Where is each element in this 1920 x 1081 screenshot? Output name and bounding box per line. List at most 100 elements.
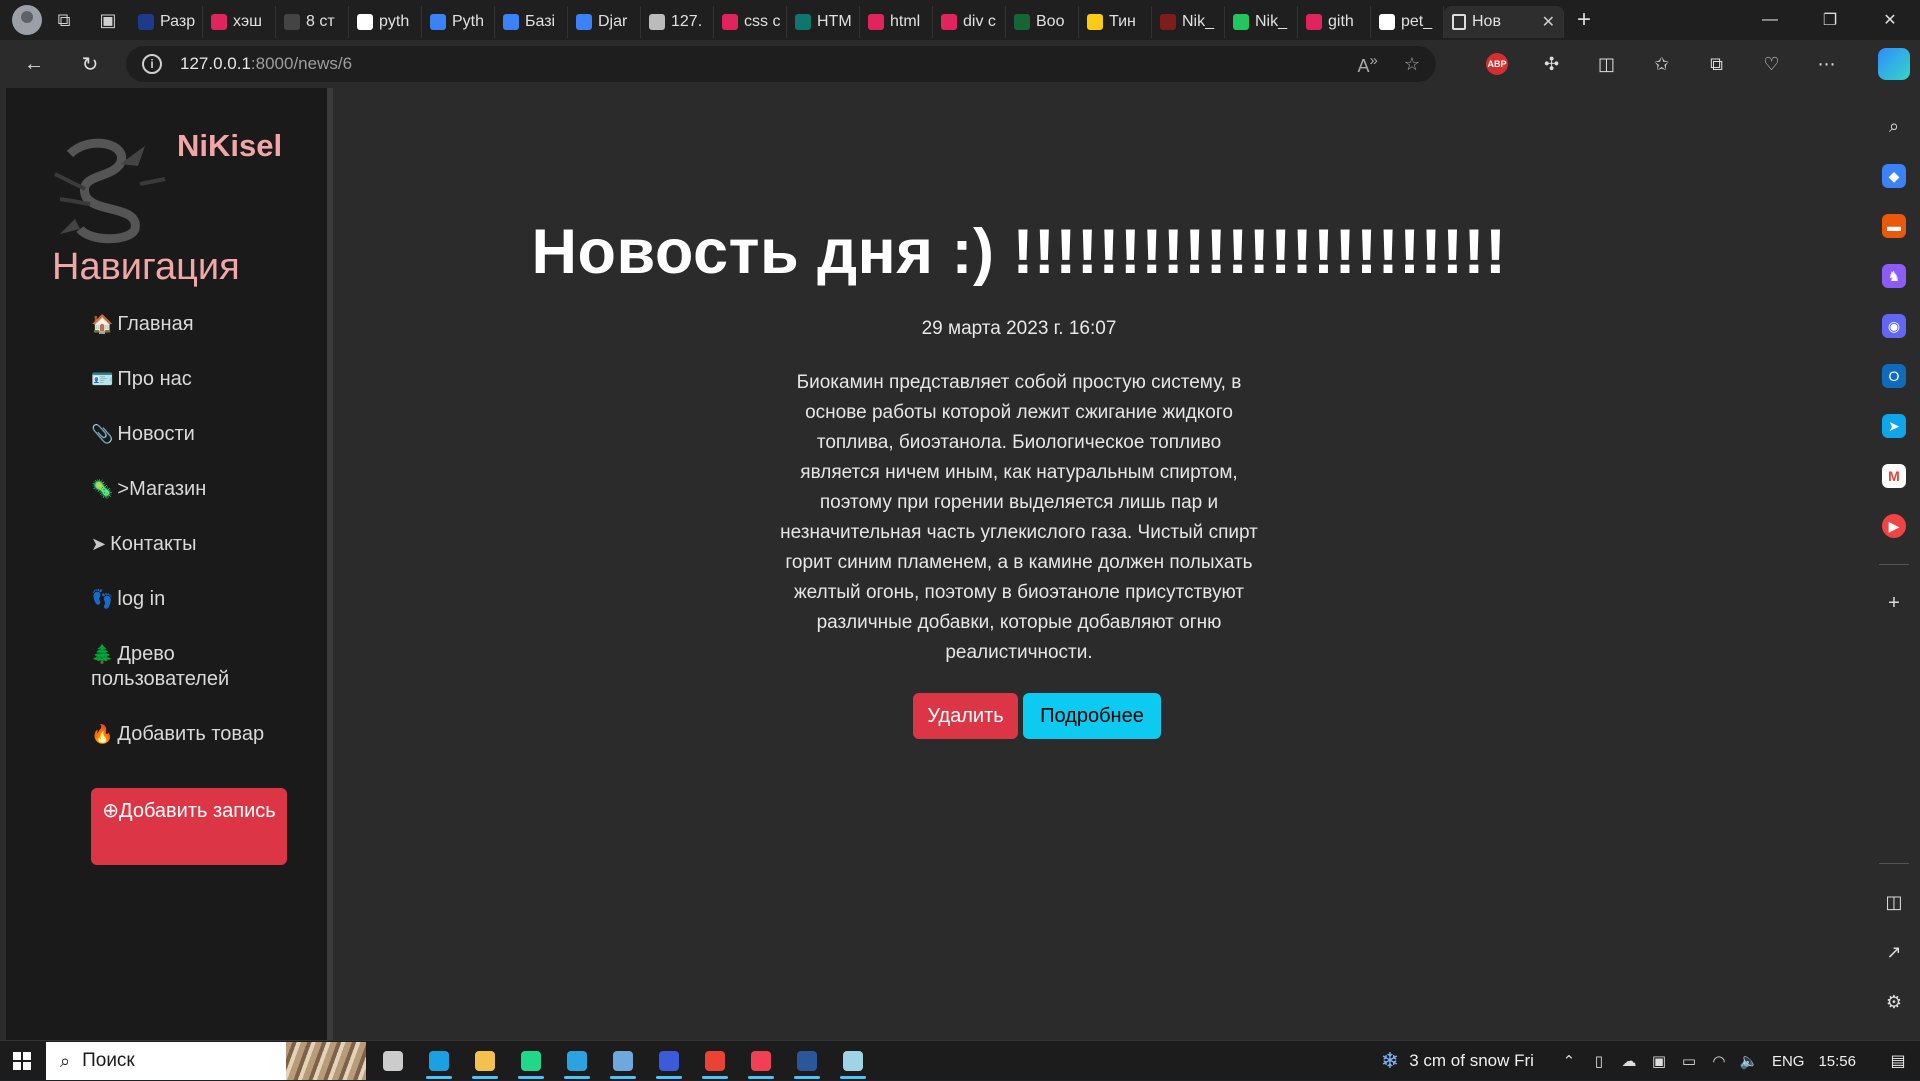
browser-tab[interactable]: Boo <box>1006 6 1079 38</box>
wifi-icon[interactable]: ◠ <box>1704 1052 1734 1070</box>
restore-button[interactable]: ❐ <box>1800 0 1860 40</box>
browser-tab[interactable]: pyth <box>349 6 422 38</box>
taskbar-app-save[interactable] <box>646 1041 692 1081</box>
browser-tab[interactable]: 127. <box>641 6 714 38</box>
favorite-star-icon[interactable]: ☆ <box>1404 54 1420 75</box>
taskbar-app-telegram[interactable] <box>554 1041 600 1081</box>
taskbar-app-explorer[interactable] <box>462 1041 508 1081</box>
onedrive-icon[interactable]: ☁ <box>1614 1052 1644 1070</box>
device-icon[interactable]: ▯ <box>1584 1052 1614 1070</box>
weather-widget[interactable]: ❄ 3 cm of snow Fri <box>1381 1048 1534 1074</box>
clock[interactable]: 15:56 <box>1818 1053 1856 1070</box>
tab-active[interactable]: Нов ✕ <box>1444 6 1564 38</box>
notifications-icon[interactable]: ▤ <box>1876 1051 1920 1071</box>
tab-label: Тин <box>1109 13 1136 31</box>
taskbar-app-app-blue[interactable] <box>600 1041 646 1081</box>
pencil-app-icon <box>843 1051 863 1071</box>
language-indicator[interactable]: ENG <box>1772 1053 1805 1070</box>
open-external-icon[interactable]: ↗ <box>1882 940 1906 964</box>
browser-tab[interactable]: html <box>860 6 933 38</box>
browser-tab[interactable]: div с <box>933 6 1006 38</box>
browser-tab[interactable]: Djar <box>568 6 641 38</box>
nav-item[interactable]: 🏠Главная <box>91 312 311 337</box>
copilot-icon[interactable] <box>1878 48 1910 80</box>
tab-label: HTM <box>817 13 852 31</box>
split-screen-icon[interactable]: ◫ <box>1579 54 1634 75</box>
nav-item[interactable]: 🔥Добавить товар <box>91 722 311 747</box>
taskbar-search[interactable]: ⌕ Поиск <box>46 1042 366 1080</box>
add-record-button[interactable]: ⊕Добавить запись <box>91 788 287 865</box>
browser-tab[interactable]: gith <box>1298 6 1371 38</box>
address-bar[interactable]: i 127.0.0.1:8000/news/6 A» ☆ <box>126 46 1436 82</box>
browser-tab[interactable]: HTM <box>787 6 860 38</box>
shopping-icon[interactable]: ◆ <box>1882 164 1906 188</box>
chevron-up-icon[interactable]: ⌃ <box>1554 1052 1584 1070</box>
site-info-icon[interactable]: i <box>142 54 162 74</box>
new-tab-button[interactable]: + <box>1564 4 1604 36</box>
close-tab-icon[interactable]: ✕ <box>1542 12 1555 32</box>
browser-tab[interactable]: хэш <box>203 6 276 38</box>
workspaces-icon[interactable]: ⧉ <box>42 0 86 40</box>
site-brand[interactable]: NiKisel <box>177 128 282 164</box>
add-sidebar-app-icon[interactable]: + <box>1882 591 1906 615</box>
battery-icon[interactable]: ▭ <box>1674 1052 1704 1070</box>
nav-item[interactable]: 🪪Про нас <box>91 367 311 392</box>
url-path: :8000/news/6 <box>251 54 352 73</box>
tab-actions-icon[interactable]: ▣ <box>86 0 130 40</box>
taskbar-app-pycharm[interactable] <box>508 1041 554 1081</box>
tools-icon[interactable]: ▬ <box>1882 214 1906 238</box>
back-button[interactable]: ← <box>6 44 62 84</box>
more-button[interactable]: Подробнее <box>1023 693 1161 739</box>
profile-avatar[interactable] <box>12 5 42 35</box>
nav-item[interactable]: 🌲Древо пользователей <box>91 642 311 692</box>
taskbar-app-chrome[interactable] <box>692 1041 738 1081</box>
favorites-icon[interactable]: ✩ <box>1634 54 1689 75</box>
nav-item[interactable]: ➤Контакты <box>91 532 311 557</box>
telegram-send-icon[interactable]: ➤ <box>1882 414 1906 438</box>
taskbar-app-pencil-app[interactable] <box>830 1041 876 1081</box>
performance-icon[interactable]: ♡ <box>1744 54 1799 75</box>
browser-tab[interactable]: Nik_ <box>1152 6 1225 38</box>
screen-icon[interactable]: ▣ <box>1644 1052 1674 1070</box>
nav-item[interactable]: 🦠>Магазин <box>91 477 311 502</box>
nav-item-icon: 🌲 <box>91 644 113 664</box>
collections-icon[interactable]: ⧉ <box>1689 54 1744 75</box>
close-window-button[interactable]: ✕ <box>1860 0 1920 40</box>
nav-item-label: Про нас <box>117 368 191 390</box>
browser-tab[interactable]: pet_ <box>1371 6 1444 38</box>
nav-title: Навигация <box>52 246 240 289</box>
read-aloud-icon[interactable]: A» <box>1358 52 1378 77</box>
games-icon[interactable]: ♞ <box>1882 264 1906 288</box>
extensions-icon[interactable]: ✣ <box>1524 54 1579 75</box>
taskbar-app-word[interactable] <box>784 1041 830 1081</box>
tab-label: Nik_ <box>1255 13 1287 31</box>
nav-item[interactable]: 📎Новости <box>91 422 311 447</box>
taskbar-app-edge[interactable] <box>416 1041 462 1081</box>
browser-tab[interactable]: 8 ст <box>276 6 349 38</box>
start-button[interactable] <box>0 1041 44 1081</box>
youtube-music-icon[interactable]: ▶ <box>1882 514 1906 538</box>
hide-sidebar-icon[interactable]: ◫ <box>1882 890 1906 914</box>
volume-icon[interactable]: 🔈 <box>1734 1052 1764 1070</box>
reload-button[interactable]: ↻ <box>62 44 118 84</box>
search-icon[interactable]: ⌕ <box>1882 114 1906 138</box>
browser-tab[interactable]: Pyth <box>422 6 495 38</box>
tab-favicon-icon <box>1306 14 1322 30</box>
adblock-icon[interactable]: ABP <box>1486 53 1508 75</box>
settings-gear-icon[interactable]: ⚙ <box>1882 990 1906 1014</box>
browser-tab[interactable]: Nik_ <box>1225 6 1298 38</box>
browser-tab[interactable]: css с <box>714 6 787 38</box>
nav-item[interactable]: 👣log in <box>91 587 311 612</box>
delete-button[interactable]: Удалить <box>913 693 1018 739</box>
browser-tab[interactable]: Разр <box>130 6 203 38</box>
more-menu-icon[interactable]: ⋯ <box>1799 54 1854 75</box>
taskbar-app-pocket[interactable] <box>738 1041 784 1081</box>
browser-tab[interactable]: Базі <box>495 6 568 38</box>
outlook-icon[interactable]: O <box>1882 364 1906 388</box>
minimize-button[interactable]: — <box>1740 0 1800 40</box>
tab-label: Базі <box>525 13 555 31</box>
gmail-icon[interactable]: M <box>1882 464 1906 488</box>
browser-tab[interactable]: Тин <box>1079 6 1152 38</box>
taskbar-app-task-view[interactable] <box>370 1041 416 1081</box>
microsoft365-icon[interactable]: ◉ <box>1882 314 1906 338</box>
